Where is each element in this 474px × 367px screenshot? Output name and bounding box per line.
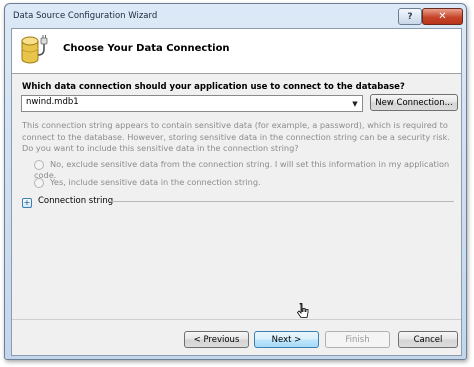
- connection-string-label: Connection string: [38, 196, 114, 206]
- wizard-header: Choose Your Data Connection: [12, 29, 461, 74]
- radio-icon[interactable]: [34, 177, 44, 188]
- mouse-cursor-icon: [296, 303, 309, 318]
- connection-question: Which data connection should your applic…: [22, 82, 405, 92]
- section-divider: [109, 201, 454, 202]
- radio-icon[interactable]: [34, 159, 44, 170]
- help-button[interactable]: ?: [398, 8, 422, 25]
- chevron-down-icon[interactable]: ▼: [348, 96, 362, 111]
- include-sensitive-label: Yes, include sensitive data in the conne…: [50, 177, 261, 187]
- next-button[interactable]: Next >: [254, 331, 319, 348]
- sensitive-data-description: This connection string appears to contai…: [22, 120, 451, 154]
- cancel-button[interactable]: Cancel: [398, 331, 458, 348]
- finish-button[interactable]: Finish: [325, 331, 390, 348]
- close-button[interactable]: ✕: [422, 8, 463, 25]
- connection-dropdown-value: nwind.mdb1: [26, 97, 79, 107]
- expand-icon[interactable]: +: [22, 198, 32, 208]
- window-title: Data Source Configuration Wizard: [13, 11, 158, 21]
- new-connection-button[interactable]: New Connection...: [370, 94, 458, 111]
- database-plug-icon: [21, 35, 48, 64]
- wizard-window: Data Source Configuration Wizard ? ✕ Cho…: [4, 3, 467, 360]
- footer-divider: [12, 319, 461, 320]
- wizard-body: Choose Your Data Connection Which data c…: [11, 28, 462, 356]
- previous-button[interactable]: < Previous: [184, 331, 249, 348]
- page-title: Choose Your Data Connection: [63, 43, 230, 54]
- include-sensitive-option[interactable]: Yes, include sensitive data in the conne…: [34, 177, 261, 188]
- connection-dropdown[interactable]: nwind.mdb1 ▼: [21, 95, 363, 112]
- title-bar: Data Source Configuration Wizard ? ✕: [5, 4, 466, 28]
